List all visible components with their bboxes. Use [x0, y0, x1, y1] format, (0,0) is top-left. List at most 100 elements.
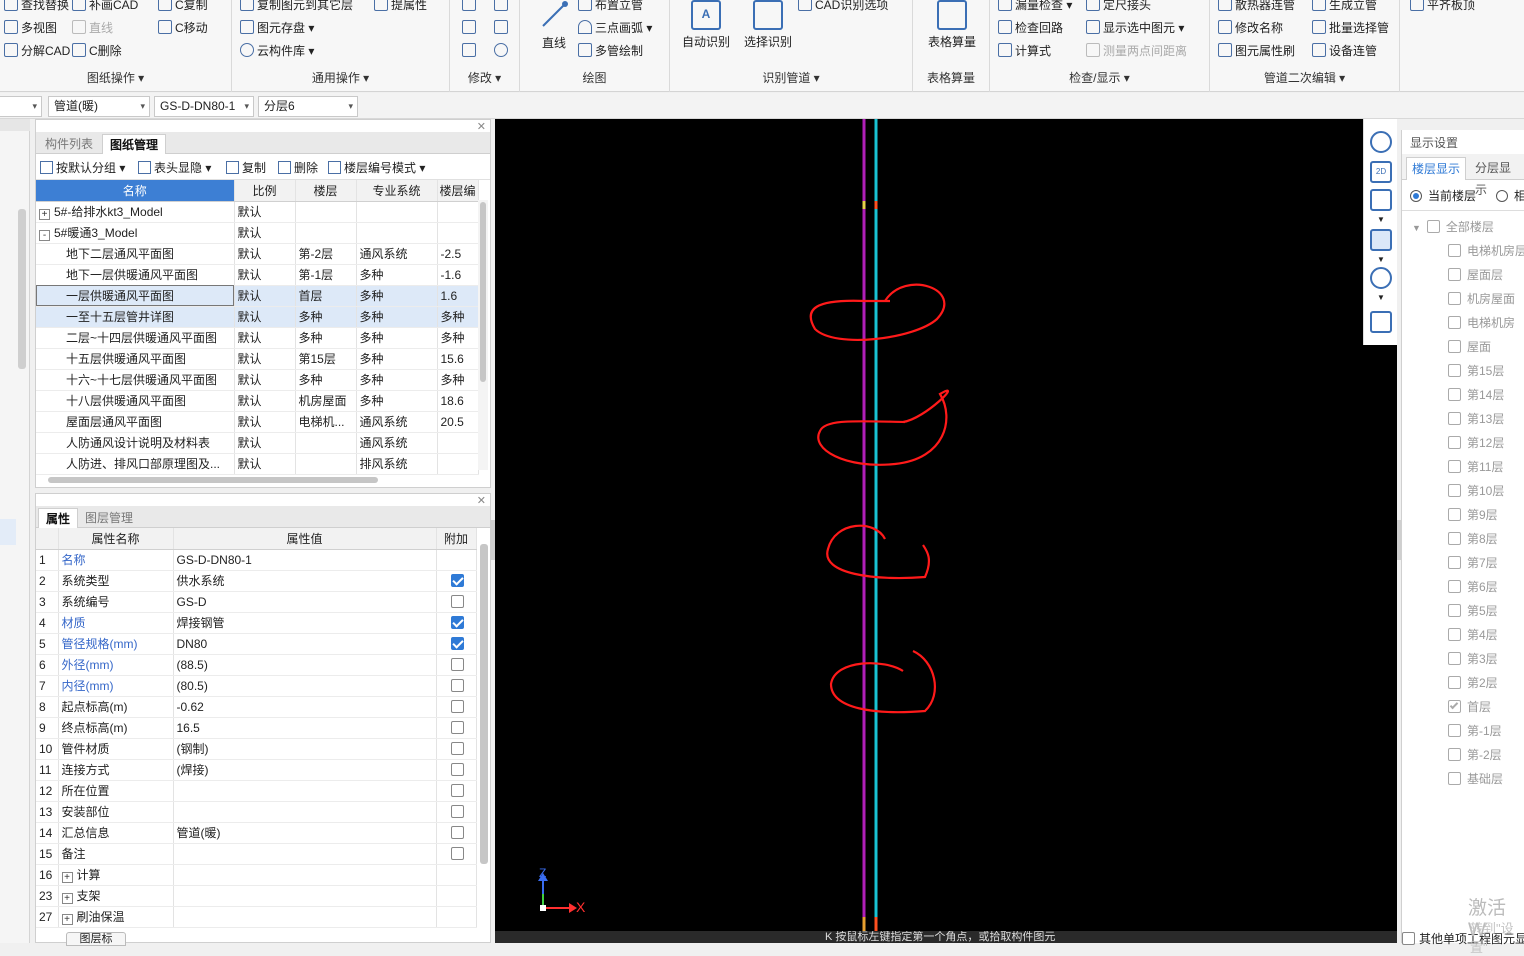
view-2d-icon[interactable]: 2D	[1370, 161, 1392, 183]
property-row[interactable]: 7 内径(mm) (80.5)	[36, 675, 477, 697]
flush-top-button[interactable]: 平齐板顶	[1410, 0, 1475, 14]
c-delete-button[interactable]: C删除	[72, 42, 122, 60]
expand-icon[interactable]: +	[39, 209, 50, 220]
property-row[interactable]: 12 所在位置	[36, 780, 477, 802]
modify-tool-1[interactable]	[462, 0, 479, 14]
property-row[interactable]: 8 起点标高(m) -0.62	[36, 696, 477, 718]
checkbox-icon[interactable]	[451, 657, 464, 671]
orbit-icon[interactable]	[1370, 131, 1392, 153]
drawing-row[interactable]: 十五层供暖通风平面图 默认 第15层 多种 15.6	[36, 348, 479, 370]
floor-item[interactable]: 第9层	[1448, 506, 1498, 523]
property-row[interactable]: 23 + 支架	[36, 885, 477, 907]
view-settings-icon[interactable]	[1370, 311, 1392, 333]
group-label-check-display[interactable]: 检查/显示 ▾	[990, 69, 1209, 86]
measure-distance-button[interactable]: 测量两点间距离	[1086, 42, 1187, 60]
col-system[interactable]: 专业系统	[356, 180, 438, 202]
property-value[interactable]: (88.5)	[173, 654, 437, 676]
floor-item[interactable]: 屋面	[1448, 338, 1491, 355]
device-connect-button[interactable]: 设备连管	[1312, 42, 1377, 60]
floor-item[interactable]: 第4层	[1448, 626, 1498, 643]
floor-item[interactable]: 电梯机房层	[1448, 242, 1524, 259]
drawing-hscroll[interactable]	[40, 475, 472, 485]
radio-other[interactable]: 相	[1496, 187, 1524, 204]
floor-item[interactable]: 第13层	[1448, 410, 1504, 427]
property-row[interactable]: 27 + 刷油保温	[36, 906, 477, 928]
layer-button[interactable]: 图层标	[66, 932, 126, 946]
modify-tool-2[interactable]	[494, 0, 511, 14]
floor-item[interactable]: 第12层	[1448, 434, 1504, 451]
batch-select-button[interactable]: 批量选择管	[1312, 19, 1389, 37]
property-value[interactable]	[173, 780, 437, 802]
property-value[interactable]: (钢制)	[173, 738, 437, 760]
property-value[interactable]: (80.5)	[173, 675, 437, 697]
col-name[interactable]: 名称	[36, 180, 235, 202]
checkbox-icon[interactable]	[451, 594, 464, 608]
floor-item[interactable]: 第2层	[1448, 674, 1498, 691]
tab-layer-display[interactable]: 分层显示	[1470, 157, 1524, 197]
floor-item[interactable]: 基础层	[1448, 770, 1503, 787]
floor-item[interactable]: 首层	[1448, 698, 1491, 715]
tab-drawing-management[interactable]: 图纸管理	[102, 134, 167, 154]
view-3d-icon[interactable]	[1370, 189, 1392, 211]
cad-options-button[interactable]: CAD识别选项	[798, 0, 888, 14]
property-value[interactable]: 供水系统	[173, 570, 437, 592]
floor-item[interactable]: 第14层	[1448, 386, 1504, 403]
drawing-row[interactable]: 十八层供暖通风平面图 默认 机房屋面 多种 18.6	[36, 390, 479, 412]
property-row[interactable]: 16 + 计算	[36, 864, 477, 886]
drawing-row[interactable]: 十六~十七层供暖通风平面图 默认 多种 多种 多种	[36, 369, 479, 391]
leak-check-button[interactable]: 漏量检查 ▾	[998, 0, 1072, 14]
copy-to-floor-button[interactable]: 复制图元到其它层	[240, 0, 353, 14]
checkbox-icon[interactable]	[451, 783, 464, 797]
checkbox-icon[interactable]	[451, 762, 464, 776]
property-value[interactable]	[173, 801, 437, 823]
table-calc-button[interactable]: 表格算量	[921, 0, 983, 50]
drawing-row[interactable]: 地下一层供暖通风平面图 默认 第-1层 多种 -1.6	[36, 264, 479, 286]
drawing-row[interactable]: 二层~十四层供暖通风平面图 默认 多种 多种 多种	[36, 327, 479, 349]
property-row[interactable]: 2 系统类型 供水系统	[36, 570, 477, 592]
modify-tool-5[interactable]	[462, 42, 479, 60]
drawing-viewport[interactable]: X Z	[495, 119, 1397, 943]
property-row[interactable]: 10 管件材质 (钢制)	[36, 738, 477, 760]
element-save-button[interactable]: 图元存盘 ▾	[240, 19, 314, 37]
group-label-drawing-ops[interactable]: 图纸操作 ▾	[0, 69, 231, 86]
select-recognize-button[interactable]: 选择识别	[740, 0, 796, 50]
property-value[interactable]	[173, 885, 437, 907]
drawing-vscroll[interactable]	[478, 200, 488, 470]
group-label-modify[interactable]: 修改 ▾	[450, 69, 519, 86]
floor-item[interactable]: 屋面层	[1448, 266, 1503, 283]
floor-select[interactable]	[0, 96, 42, 117]
c-move-button[interactable]: C移动	[158, 19, 208, 37]
tree-root-all-floors[interactable]: ▼ 全部楼层	[1412, 218, 1494, 235]
property-value[interactable]: GS-D	[173, 591, 437, 613]
property-row[interactable]: 9 终点标高(m) 16.5	[36, 717, 477, 739]
checkbox-icon[interactable]	[451, 720, 464, 734]
header-display-button[interactable]: 表头显隐 ▾	[138, 159, 211, 176]
floor-item[interactable]: 第-2层	[1448, 746, 1502, 763]
fixed-joint-button[interactable]: 定尺接头	[1086, 0, 1151, 14]
modify-tool-6[interactable]	[494, 42, 511, 60]
c-copy-button[interactable]: C复制	[158, 0, 208, 14]
component-type-select[interactable]: 管道(暖)	[48, 96, 150, 117]
property-row[interactable]: 13 安装部位	[36, 801, 477, 823]
checkbox-icon[interactable]	[451, 699, 464, 713]
drawing-row[interactable]: -5#暖通3_Model 默认	[36, 222, 479, 244]
property-value[interactable]	[173, 906, 437, 928]
checkbox-icon[interactable]	[451, 678, 464, 692]
drawing-row[interactable]: 地下二层通风平面图 默认 第-2层 通风系统 -2.5	[36, 243, 479, 265]
auto-recognize-button[interactable]: A 自动识别	[678, 0, 734, 50]
line-disabled-button[interactable]: 直线	[72, 19, 113, 37]
col-prop-value[interactable]: 属性值	[173, 528, 437, 550]
component-name-select[interactable]: GS-D-DN80-1	[154, 96, 254, 117]
drawing-row[interactable]: 屋面层通风平面图 默认 电梯机... 通风系统 20.5	[36, 411, 479, 433]
rename-button[interactable]: 修改名称	[1218, 19, 1283, 37]
layer-select[interactable]: 分层6	[258, 96, 358, 117]
group-by-button[interactable]: 按默认分组 ▾	[40, 159, 125, 176]
tab-component-list[interactable]: 构件列表	[38, 134, 100, 154]
drawing-row[interactable]: 一至十五层管井详图 默认 多种 多种 多种	[36, 306, 479, 328]
property-value[interactable]: 焊接钢管	[173, 612, 437, 634]
floor-item[interactable]: 第-1层	[1448, 722, 1502, 739]
col-floor-no[interactable]: 楼层编	[437, 180, 479, 202]
floor-item[interactable]: 第8层	[1448, 530, 1498, 547]
chevron-down-icon[interactable]: ▼	[1377, 293, 1385, 302]
floor-item[interactable]: 第7层	[1448, 554, 1498, 571]
